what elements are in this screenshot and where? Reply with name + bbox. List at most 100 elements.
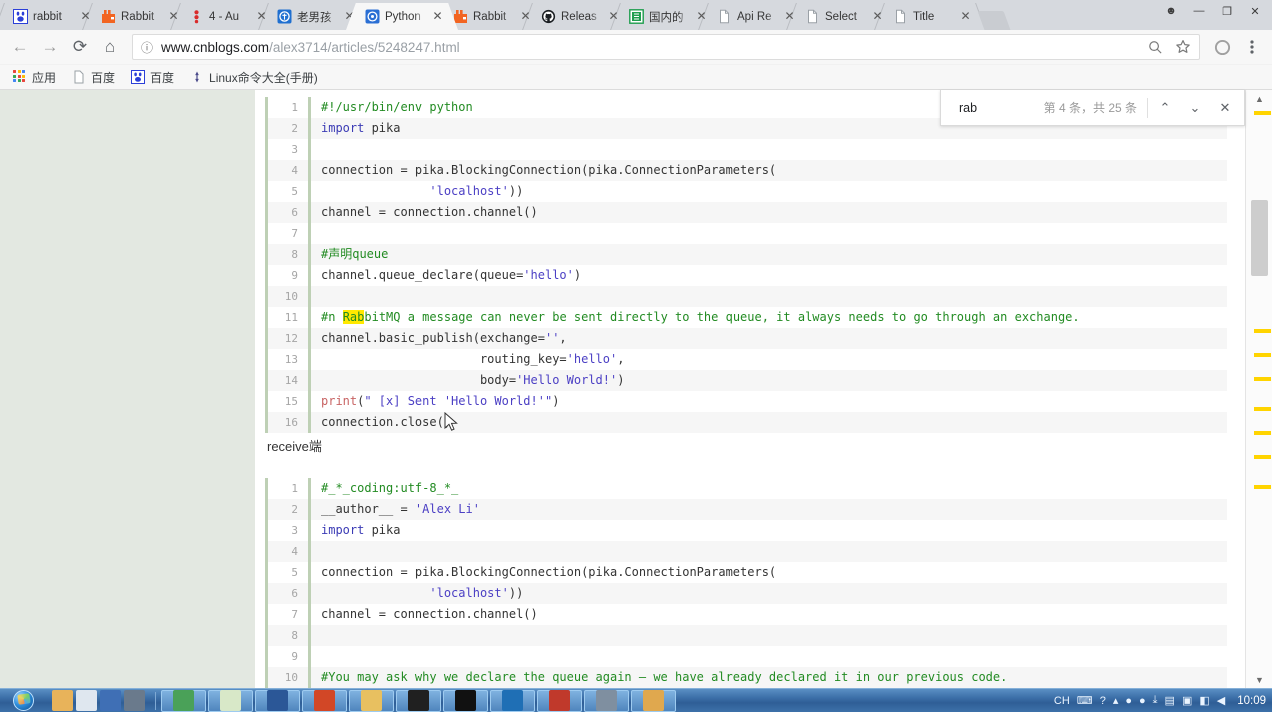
github-icon	[541, 9, 556, 24]
notepad-task[interactable]	[208, 689, 253, 712]
network-icon[interactable]: ▤	[1165, 694, 1175, 707]
code-text: 'localhost'))	[429, 586, 524, 600]
scroll-down-arrow[interactable]: ▼	[1246, 671, 1272, 688]
browser-tab-0[interactable]: rabbit ✕	[4, 3, 96, 30]
find-close-button[interactable]: ✕	[1210, 93, 1240, 123]
scroll-up-arrow[interactable]: ▲	[1246, 90, 1272, 107]
show-hidden-icon[interactable]: ▴	[1113, 694, 1119, 707]
oldboy-icon	[277, 9, 292, 24]
save-icon[interactable]	[100, 690, 121, 711]
apps-grid-icon	[13, 70, 27, 84]
tab-label: rabbit	[33, 10, 62, 23]
chrome-task[interactable]	[161, 689, 206, 712]
code-line: 16 connection.close()	[268, 412, 1227, 433]
find-highlight: Rab	[342, 310, 365, 324]
code-text: #You may ask why we declare the queue ag…	[321, 670, 1008, 684]
browser-tab-7[interactable]: 国内的 ✕	[620, 3, 712, 30]
xshell-task[interactable]	[490, 689, 535, 712]
code-line: 5 'localhost'))	[268, 181, 1227, 202]
code-line: 5 connection = pika.BlockingConnection(pi…	[268, 562, 1227, 583]
find-match-tick	[1254, 377, 1271, 382]
tab-close-button[interactable]: ✕	[783, 10, 796, 23]
code-text: __author__ = 'Alex Li'	[321, 502, 480, 516]
browser-tab-1[interactable]: Rabbit ✕	[92, 3, 184, 30]
paint-icon[interactable]	[52, 690, 73, 711]
maximize-button[interactable]: ❐	[1214, 1, 1240, 21]
browser-tab-6[interactable]: Releas ✕	[532, 3, 624, 30]
antivirus-icon[interactable]: ●	[1125, 695, 1132, 707]
word-task[interactable]	[255, 689, 300, 712]
tab-close-button[interactable]: ✕	[959, 10, 972, 23]
address-bar[interactable]: ⓘ www.cnblogs.com/alex3714/articles/5248…	[132, 34, 1200, 60]
volume-icon[interactable]: ◀	[1217, 694, 1225, 707]
tab-close-button[interactable]: ✕	[519, 10, 532, 23]
pycharm-task[interactable]	[396, 689, 441, 712]
reload-button[interactable]: ⟳	[66, 33, 94, 61]
star-icon[interactable]	[1175, 39, 1191, 55]
code-line: 4 connection = pika.BlockingConnection(pi…	[268, 160, 1227, 181]
tab-close-button[interactable]: ✕	[431, 10, 444, 23]
code-line: 2 __author__ = 'Alex Li'	[268, 499, 1227, 520]
tool-icon[interactable]	[124, 690, 145, 711]
find-next-button[interactable]: ⌄	[1180, 93, 1210, 123]
browser-tab-4[interactable]: Python ✕	[356, 3, 448, 30]
back-button[interactable]: ←	[6, 33, 34, 61]
tab-close-button[interactable]: ✕	[79, 10, 92, 23]
code-line: 8 #声明queue	[268, 244, 1227, 265]
find-prev-button[interactable]: ⌃	[1150, 93, 1180, 123]
minimize-button[interactable]: —	[1186, 1, 1212, 21]
download-icon[interactable]: ⤓	[1153, 694, 1158, 707]
ime-indicator[interactable]: CH	[1054, 695, 1070, 707]
code-line: 14 body='Hello World!')	[268, 370, 1227, 391]
explorer-task[interactable]	[349, 689, 394, 712]
tab-close-button[interactable]: ✕	[695, 10, 708, 23]
bookmark-linux-manual[interactable]: Linux命令大全(手册)	[183, 67, 325, 88]
shield-icon[interactable]: ●	[1139, 695, 1146, 707]
forward-button[interactable]: →	[36, 33, 64, 61]
app-icon[interactable]: ◧	[1199, 694, 1209, 707]
close-button[interactable]: ✕	[1242, 1, 1268, 21]
keyboard-icon[interactable]: ⌨	[1077, 694, 1093, 707]
find-input[interactable]: rab	[959, 101, 1044, 115]
start-button[interactable]	[0, 689, 46, 712]
task-icon	[455, 690, 476, 711]
browser-tab-5[interactable]: Rabbit ✕	[444, 3, 536, 30]
tab-close-button[interactable]: ✕	[871, 10, 884, 23]
site-info-icon[interactable]: ⓘ	[141, 39, 153, 56]
bookmark-baidu-1[interactable]: 百度	[65, 67, 122, 88]
search-icon[interactable]	[1148, 40, 1163, 55]
snip-icon[interactable]	[76, 690, 97, 711]
tab-close-button[interactable]: ✕	[167, 10, 180, 23]
monitor-icon[interactable]: ▣	[1182, 694, 1192, 707]
tab-close-button[interactable]: ✕	[607, 10, 620, 23]
bookmark-apps[interactable]: 应用	[6, 67, 63, 88]
media-task[interactable]	[584, 689, 629, 712]
browser-tab-3[interactable]: 老男孩 ✕	[268, 3, 360, 30]
powerpoint-task[interactable]	[302, 689, 347, 712]
tab-label: Api Re	[737, 10, 772, 23]
cmd-task[interactable]	[443, 689, 488, 712]
new-tab-button[interactable]	[977, 11, 1011, 30]
browser-tab-10[interactable]: Title ✕	[884, 3, 976, 30]
user-avatar-button[interactable]: ☻	[1158, 1, 1184, 21]
scrollbar-thumb[interactable]	[1251, 200, 1268, 276]
tab-close-button[interactable]: ✕	[255, 10, 268, 23]
code-line: 15 print(" [x] Sent 'Hello World!'")	[268, 391, 1227, 412]
mysql-task[interactable]	[537, 689, 582, 712]
bookmark-baidu-2[interactable]: 百度	[124, 67, 181, 88]
help-icon[interactable]: ?	[1100, 695, 1106, 707]
taskbar-clock[interactable]: 10:09	[1231, 695, 1272, 707]
browser-tab-8[interactable]: Api Re ✕	[708, 3, 800, 30]
three-dot-menu-icon[interactable]	[1238, 33, 1266, 61]
code-line: 9	[268, 646, 1227, 667]
profile-circle-icon[interactable]	[1208, 33, 1236, 61]
find-match-tick	[1254, 430, 1271, 435]
home-button[interactable]: ⌂	[96, 33, 124, 61]
browser-toolbar: ← → ⟳ ⌂ ⓘ www.cnblogs.com/alex3714/artic…	[0, 30, 1272, 65]
page-scrollbar[interactable]: ▲ ▼	[1245, 90, 1272, 688]
browser-tab-2[interactable]: 4 - Au ✕	[180, 3, 272, 30]
browser-tab-9[interactable]: Select ✕	[796, 3, 888, 30]
bookmark-label: Linux命令大全(手册)	[209, 70, 318, 85]
folder-task[interactable]	[631, 689, 676, 712]
